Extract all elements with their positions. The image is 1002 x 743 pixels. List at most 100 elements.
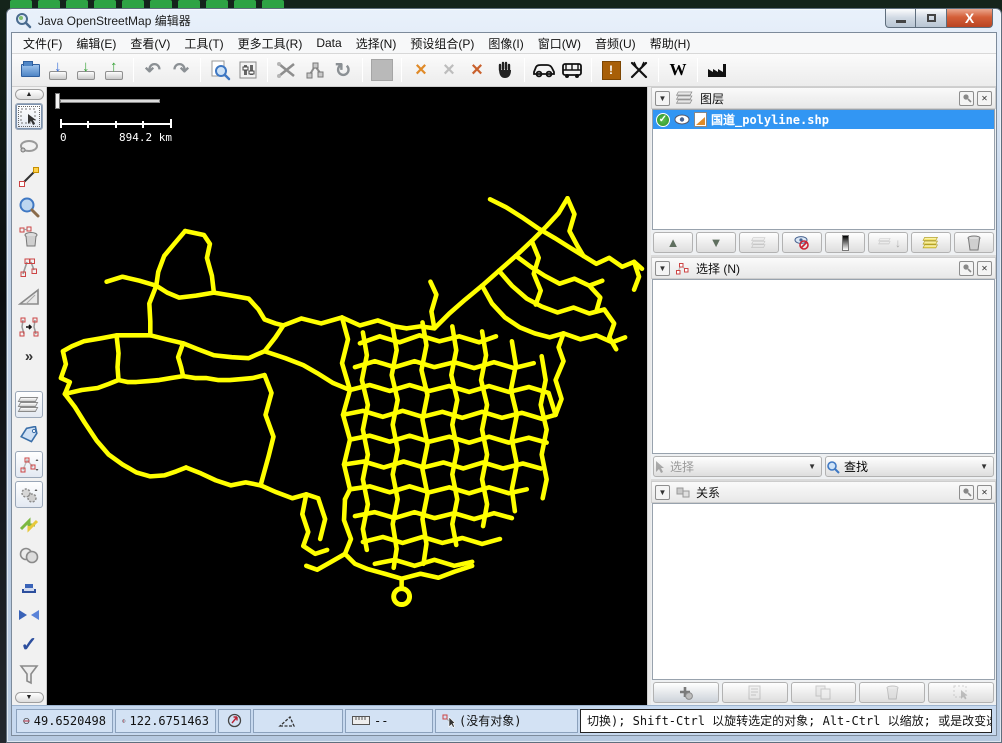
menu-edit[interactable]: 编辑(E) <box>69 33 123 54</box>
layer-name[interactable]: 国道_polyline.shp <box>711 111 829 128</box>
merge-dialog-button[interactable] <box>15 601 43 628</box>
wikipedia-preset-button[interactable]: W <box>664 56 692 84</box>
check-icon: ✓ <box>21 632 38 657</box>
menu-audio[interactable]: 音频(U) <box>588 33 643 54</box>
menu-tools[interactable]: 工具(T) <box>177 33 230 54</box>
crossing-ways-error-button[interactable]: × <box>463 56 491 84</box>
upload-button[interactable]: ↑ <box>100 56 128 84</box>
selection-search-button[interactable]: 查找 ▼ <box>825 456 994 477</box>
dropdown-arrow-icon: ▼ <box>808 462 816 471</box>
edit-toolbar: ▲ <box>12 87 47 705</box>
select-members-icon <box>953 685 969 700</box>
layers-dialog-button[interactable] <box>15 391 43 418</box>
filter-funnel-button[interactable] <box>15 661 43 688</box>
layer-visible-eye-icon[interactable] <box>674 114 690 125</box>
show-hide-layer-button[interactable] <box>782 232 822 253</box>
menu-file[interactable]: 文件(F) <box>16 33 69 54</box>
conflicts-dialog-button[interactable] <box>15 511 43 538</box>
lasso-tool-button[interactable] <box>15 133 43 160</box>
download-gps-button[interactable]: ↓ <box>72 56 100 84</box>
layer-down-button[interactable]: ▼ <box>696 232 736 253</box>
download-osm-button[interactable]: ↓ <box>44 56 72 84</box>
layer-up-button[interactable]: ▲ <box>653 232 693 253</box>
selection-collapse-button[interactable]: ▼ <box>655 261 670 276</box>
relations-dialog-button[interactable] <box>15 481 43 508</box>
toolbar-scroll-down-button[interactable]: ▼ <box>15 692 44 703</box>
menu-selection[interactable]: 选择(N) <box>349 33 404 54</box>
more-tools-button[interactable]: » <box>15 343 43 370</box>
select-tool-button[interactable] <box>15 103 43 130</box>
duplicate-relation-icon <box>815 685 831 700</box>
tag-icon <box>18 426 40 444</box>
menu-data[interactable]: Data <box>309 34 348 52</box>
zoom-tool-button[interactable] <box>15 193 43 220</box>
delete-layer-button[interactable] <box>954 232 994 253</box>
latitude-field: 49.6520498 <box>16 709 113 733</box>
relations-pin-button[interactable] <box>959 485 974 500</box>
split-node-button[interactable] <box>301 56 329 84</box>
duplicate-layer-button[interactable] <box>911 232 951 253</box>
bus-preset-button[interactable] <box>558 56 586 84</box>
relations-collapse-button[interactable]: ▼ <box>655 485 670 500</box>
layers-collapse-button[interactable]: ▼ <box>655 91 670 106</box>
menu-view[interactable]: 查看(V) <box>123 33 177 54</box>
menu-help[interactable]: 帮助(H) <box>643 33 698 54</box>
new-relation-button[interactable] <box>653 682 719 703</box>
minimize-button[interactable] <box>885 9 916 28</box>
search-button[interactable] <box>206 56 234 84</box>
filter-dialog-button[interactable] <box>15 541 43 568</box>
hand-tool-button[interactable] <box>491 56 519 84</box>
upload-icon: ↑ <box>105 71 123 80</box>
unglue-node-tool-button[interactable] <box>15 253 43 280</box>
menu-more-tools[interactable]: 更多工具(R) <box>231 33 310 54</box>
draw-node-tool-button[interactable] <box>15 163 43 190</box>
dropdown-arrow-icon: ▼ <box>980 462 988 471</box>
undo-button[interactable]: ↶ <box>139 56 167 84</box>
relations-close-button[interactable]: ✕ <box>977 485 992 500</box>
merge-layers-button <box>739 232 779 253</box>
redo-button[interactable]: ↷ <box>167 56 195 84</box>
zoom-slider[interactable] <box>55 92 165 110</box>
selection-pin-button[interactable] <box>959 261 974 276</box>
open-file-button[interactable] <box>16 56 44 84</box>
crossing-ways-red-icon: × <box>471 59 483 82</box>
close-button[interactable]: X <box>947 9 993 28</box>
menu-presets[interactable]: 预设组合(P) <box>403 33 481 54</box>
selection-select-button[interactable]: 选择 ▼ <box>653 456 822 477</box>
maximize-button[interactable] <box>916 9 947 28</box>
layer-row[interactable]: ✓ 国道_polyline.shp <box>653 110 994 129</box>
crossing-ways-orange-icon: × <box>415 59 427 82</box>
selection-list[interactable] <box>652 279 995 454</box>
delete-tool-button[interactable] <box>15 223 43 250</box>
layers-close-button[interactable]: ✕ <box>977 91 992 106</box>
toolbar-scroll-up-button[interactable]: ▲ <box>15 89 44 100</box>
parallel-way-tool-button[interactable] <box>15 313 43 340</box>
menu-window[interactable]: 窗口(W) <box>531 33 588 54</box>
toolbar-separator <box>697 58 698 82</box>
car-preset-button[interactable] <box>530 56 558 84</box>
factory-preset-button[interactable] <box>703 56 731 84</box>
map-canvas[interactable]: 0 894.2 km <box>47 87 647 705</box>
layer-active-icon[interactable]: ✓ <box>656 113 670 127</box>
warning-preset-button[interactable]: ! <box>597 56 625 84</box>
validator-icon <box>18 575 40 595</box>
selection-dialog-button[interactable] <box>15 451 43 478</box>
selection-close-button[interactable]: ✕ <box>977 261 992 276</box>
crossing-ways-button[interactable]: × <box>407 56 435 84</box>
layer-opacity-button[interactable] <box>825 232 865 253</box>
angle-snap-tool-button[interactable] <box>15 283 43 310</box>
toolbar-separator <box>362 58 363 82</box>
changeset-dialog-button[interactable]: ✓ <box>15 631 43 658</box>
menu-imagery[interactable]: 图像(I) <box>481 33 530 54</box>
layers-pin-button[interactable] <box>959 91 974 106</box>
toolbar-separator <box>133 58 134 82</box>
undo-icon: ↶ <box>145 59 161 82</box>
refresh-button[interactable]: ↻ <box>329 56 357 84</box>
validator-dialog-button[interactable] <box>15 571 43 598</box>
tags-dialog-button[interactable] <box>15 421 43 448</box>
restaurant-preset-button[interactable] <box>625 56 653 84</box>
close-icon: X <box>965 10 974 26</box>
relations-list[interactable] <box>652 503 995 680</box>
preferences-button[interactable] <box>234 56 262 84</box>
merge-ways-button[interactable] <box>273 56 301 84</box>
